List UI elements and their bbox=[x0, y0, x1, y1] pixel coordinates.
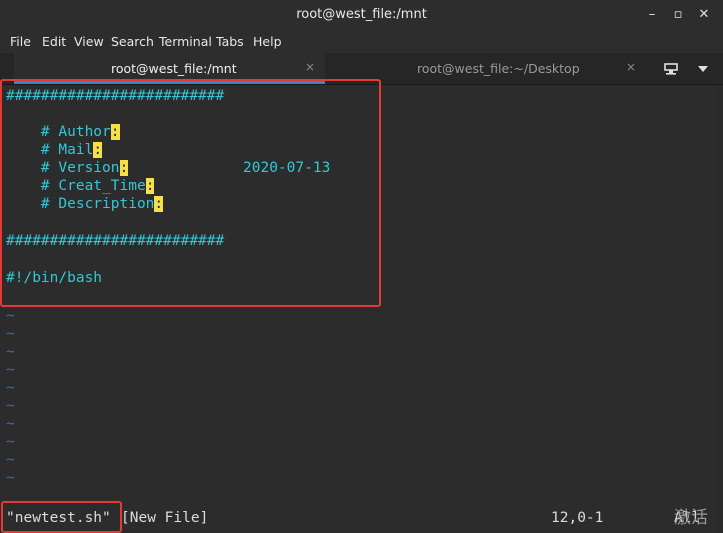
new-tab-icon[interactable] bbox=[657, 53, 685, 84]
menu-help[interactable]: Help bbox=[253, 34, 282, 49]
tilde-line: ~ bbox=[6, 434, 15, 450]
title-bar: root@west_file:/mnt – ▫ ✕ bbox=[0, 0, 723, 32]
menu-tabs[interactable]: Tabs bbox=[216, 34, 244, 49]
filename-highlight-box bbox=[1, 501, 122, 533]
scrollbar[interactable] bbox=[716, 85, 723, 533]
tilde-line: ~ bbox=[6, 452, 15, 468]
minimize-button[interactable]: – bbox=[643, 6, 661, 24]
tilde-line: ~ bbox=[6, 326, 15, 342]
close-button[interactable]: ✕ bbox=[695, 6, 713, 24]
menu-edit[interactable]: Edit bbox=[42, 34, 66, 49]
tab-desktop-label: root@west_file:~/Desktop bbox=[417, 61, 580, 76]
watermark-text: 激活 bbox=[674, 508, 708, 528]
menu-view[interactable]: View bbox=[74, 34, 104, 49]
header-highlight-box bbox=[0, 79, 381, 307]
menu-bar: File Edit View Search Terminal Tabs Help bbox=[0, 31, 723, 53]
tilde-line: ~ bbox=[6, 344, 15, 360]
maximize-button[interactable]: ▫ bbox=[669, 6, 687, 24]
status-cursor-position: 12,0-1 bbox=[551, 510, 604, 526]
status-new-file: [New File] bbox=[121, 510, 209, 526]
tab-mnt-close-icon[interactable]: × bbox=[305, 60, 315, 74]
tilde-line: ~ bbox=[6, 416, 15, 432]
menu-file[interactable]: File bbox=[10, 34, 31, 49]
tilde-line: ~ bbox=[6, 362, 15, 378]
window-title: root@west_file:/mnt bbox=[296, 7, 427, 22]
menu-terminal[interactable]: Terminal bbox=[159, 34, 212, 49]
tilde-line: ~ bbox=[6, 380, 15, 396]
tab-menu-chevron-down-icon[interactable] bbox=[690, 53, 716, 84]
tab-mnt-label: root@west_file:/mnt bbox=[111, 61, 237, 76]
tilde-line: ~ bbox=[6, 308, 15, 324]
tab-desktop-close-icon[interactable]: × bbox=[626, 60, 636, 74]
menu-search[interactable]: Search bbox=[111, 34, 154, 49]
tilde-line: ~ bbox=[6, 398, 15, 414]
tilde-line: ~ bbox=[6, 470, 15, 486]
